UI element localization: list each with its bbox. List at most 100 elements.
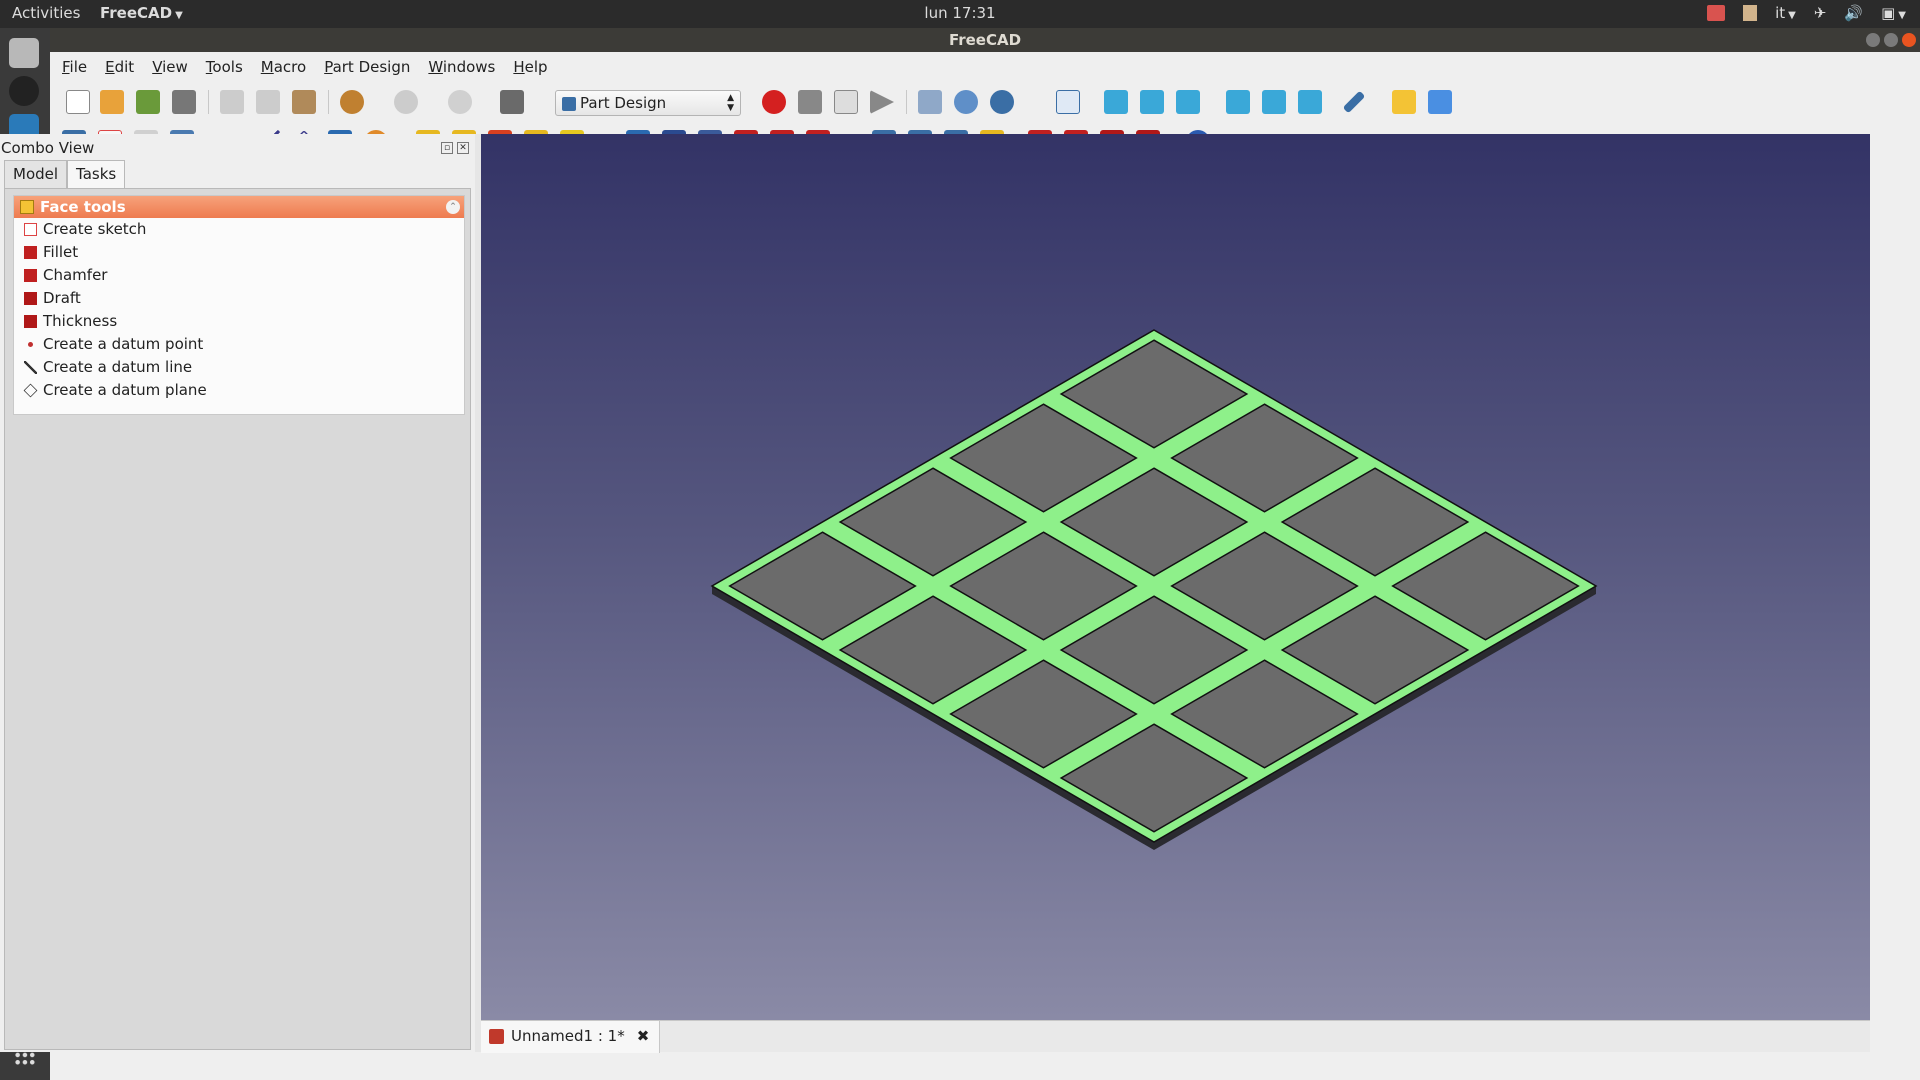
- menu-part-design[interactable]: Part Design: [324, 58, 410, 76]
- workbench-label: Part Design: [580, 94, 667, 112]
- clock[interactable]: lun 17:31: [0, 4, 1920, 22]
- undo-icon[interactable]: [340, 90, 364, 114]
- fit-all-icon[interactable]: [918, 90, 942, 114]
- document-tab-bar: Unnamed1 : 1* ✖: [481, 1020, 1870, 1053]
- fit-selection-icon[interactable]: [954, 90, 978, 114]
- task-datum-point[interactable]: Create a datum point: [14, 333, 464, 356]
- volume-icon[interactable]: 🔊: [1844, 4, 1863, 22]
- menu-macro[interactable]: Macro: [261, 58, 306, 76]
- face-tools-icon: [20, 200, 34, 214]
- isometric-view-icon[interactable]: [1056, 90, 1080, 114]
- task-box-face-tools: Face tools ⌃ Create sketch Fillet Chamfe…: [13, 195, 465, 415]
- refresh-icon[interactable]: [448, 90, 472, 114]
- draft-icon: [24, 292, 37, 305]
- maximize-button[interactable]: [1884, 33, 1898, 47]
- task-datum-line[interactable]: Create a datum line: [14, 356, 464, 379]
- menu-help[interactable]: Help: [513, 58, 547, 76]
- spinner-arrows-icon: ▲ ▼: [727, 93, 734, 113]
- close-tab-icon[interactable]: ✖: [637, 1027, 650, 1045]
- whats-this-icon[interactable]: [500, 90, 524, 114]
- caret-down-icon: ▼: [1898, 10, 1906, 21]
- thickness-icon: [24, 315, 37, 328]
- tab-tasks[interactable]: Tasks: [67, 160, 126, 188]
- collapse-icon[interactable]: ⌃: [446, 200, 460, 214]
- chamfer-icon: [24, 269, 37, 282]
- combo-view: Combo View ▫ ✕ Model Tasks Face tools ⌃ …: [0, 134, 475, 1052]
- clipboard-icon[interactable]: [1743, 5, 1758, 21]
- window-title: FreeCAD: [948, 31, 1022, 49]
- rear-view-icon[interactable]: [1226, 90, 1250, 114]
- workbench-select[interactable]: Part Design ▲ ▼: [555, 90, 741, 116]
- minimize-button[interactable]: [1866, 33, 1880, 47]
- task-item-label: Create sketch: [43, 220, 147, 238]
- document-tab[interactable]: Unnamed1 : 1* ✖: [481, 1021, 661, 1053]
- record-macro-icon[interactable]: [762, 90, 786, 114]
- print-icon[interactable]: [172, 90, 196, 114]
- 3d-view[interactable]: Z Y X: [481, 134, 1870, 1020]
- save-icon[interactable]: [136, 90, 160, 114]
- stop-macro-icon[interactable]: [798, 90, 822, 114]
- toolbar-separator: [328, 90, 329, 114]
- new-document-icon[interactable]: [66, 90, 90, 114]
- task-chamfer[interactable]: Chamfer: [14, 264, 464, 287]
- front-view-icon[interactable]: [1104, 90, 1128, 114]
- part-design-icon: [562, 97, 576, 111]
- task-item-label: Create a datum plane: [43, 381, 207, 399]
- task-fillet[interactable]: Fillet: [14, 241, 464, 264]
- files-icon[interactable]: [9, 38, 39, 68]
- task-box-title: Face tools: [40, 198, 126, 216]
- right-view-icon[interactable]: [1176, 90, 1200, 114]
- task-item-label: Thickness: [43, 312, 118, 330]
- task-box-header[interactable]: Face tools ⌃: [14, 196, 464, 218]
- task-thickness[interactable]: Thickness: [14, 310, 464, 333]
- menu-file[interactable]: File: [62, 58, 87, 76]
- copy-icon[interactable]: [256, 90, 280, 114]
- redo-icon[interactable]: [394, 90, 418, 114]
- 3d-model-grid[interactable]: Z Y X: [481, 134, 1870, 1020]
- combo-view-title: Combo View: [1, 139, 95, 157]
- task-draft[interactable]: Draft: [14, 287, 464, 310]
- bottom-view-icon[interactable]: [1262, 90, 1286, 114]
- sketch-icon: [24, 223, 37, 236]
- task-create-sketch[interactable]: Create sketch: [14, 218, 464, 241]
- menu-edit[interactable]: Edit: [105, 58, 134, 76]
- menu-bar: File Edit View Tools Macro Part Design W…: [50, 52, 1920, 82]
- task-item-label: Draft: [43, 289, 81, 307]
- measure-distance-icon[interactable]: [1342, 90, 1366, 114]
- tab-model[interactable]: Model: [4, 160, 68, 188]
- task-datum-plane[interactable]: Create a datum plane: [14, 379, 464, 402]
- toolbar-main: Part Design ▲ ▼: [50, 82, 1920, 122]
- airplane-icon[interactable]: ✈: [1814, 4, 1827, 22]
- battery-icon[interactable]: ▣ ▼: [1881, 4, 1906, 22]
- close-icon[interactable]: ✕: [457, 142, 469, 154]
- freecad-doc-icon: [489, 1029, 504, 1044]
- edit-macro-icon[interactable]: [834, 90, 858, 114]
- top-bar: Activities FreeCAD ▼ lun 17:31 it ▼ ✈ 🔊 ▣ ▼: [0, 0, 1920, 28]
- language-label: it: [1775, 4, 1786, 22]
- fillet-icon: [24, 246, 37, 259]
- language-indicator[interactable]: it ▼: [1775, 4, 1796, 22]
- menu-windows[interactable]: Windows: [428, 58, 495, 76]
- combo-tabs: Model Tasks: [4, 160, 126, 188]
- top-view-icon[interactable]: [1140, 90, 1164, 114]
- task-item-label: Create a datum point: [43, 335, 204, 353]
- float-icon[interactable]: ▫: [441, 142, 453, 154]
- open-icon[interactable]: [100, 90, 124, 114]
- inkscape-icon[interactable]: [9, 76, 39, 106]
- menu-tools[interactable]: Tools: [206, 58, 243, 76]
- paste-icon[interactable]: [292, 90, 316, 114]
- menu-view[interactable]: View: [152, 58, 188, 76]
- datum-line-icon: [24, 361, 37, 374]
- left-view-icon[interactable]: [1298, 90, 1322, 114]
- screencast-icon[interactable]: [1707, 5, 1726, 21]
- part-icon[interactable]: [1392, 90, 1416, 114]
- toolbar-separator: [906, 90, 907, 114]
- run-macro-icon[interactable]: [870, 90, 894, 114]
- title-bar[interactable]: FreeCAD: [50, 28, 1920, 52]
- cut-icon[interactable]: [220, 90, 244, 114]
- task-item-label: Fillet: [43, 243, 79, 261]
- caret-down-icon: ▼: [1788, 10, 1796, 21]
- close-button[interactable]: [1902, 33, 1916, 47]
- draw-style-icon[interactable]: [990, 90, 1014, 114]
- group-icon[interactable]: [1428, 90, 1452, 114]
